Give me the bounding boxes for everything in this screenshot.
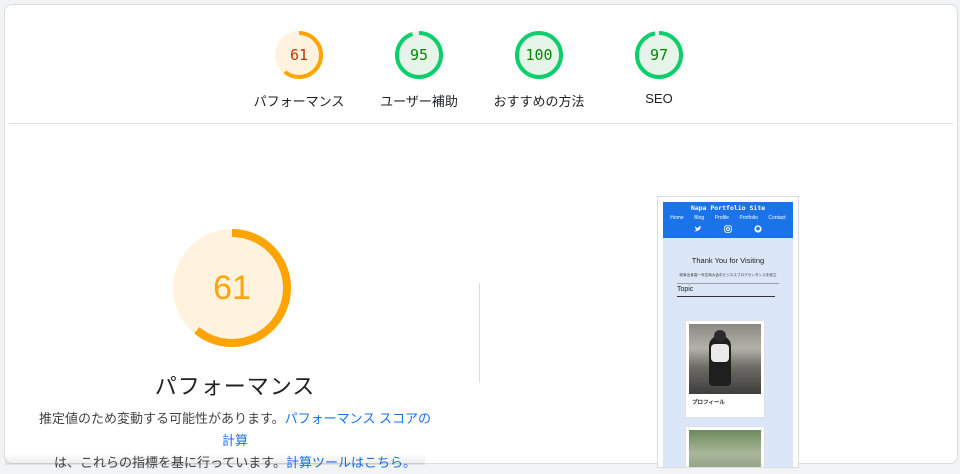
gauge-seo[interactable]: 97 SEO	[594, 29, 724, 106]
gauge-ring: 61	[275, 31, 323, 79]
preview-profile-card: プロフィール	[685, 320, 765, 418]
gauge-label: パフォーマンス	[253, 94, 345, 109]
desc-text-1: 推定値のため変動する可能性があります。	[38, 411, 285, 426]
gauge-ring: 100	[515, 31, 563, 79]
section-divider	[9, 123, 953, 124]
preview-nav-item: Profile	[714, 215, 729, 221]
preview-intro: 岐阜出身高一年生時大会中ビジネスブログセンタンスを設立	[679, 273, 777, 277]
preview-nav-item: Contact	[768, 215, 786, 221]
report-card: 61 パフォーマンス 95 ユーザー補助 100 おすすめの方法 97 SEO …	[4, 4, 958, 470]
scroll-shadow	[5, 453, 425, 465]
twitter-icon	[694, 225, 702, 233]
gauge-score: 61	[290, 46, 308, 64]
gauge-best-practices[interactable]: 100 おすすめの方法	[474, 29, 604, 110]
gauge-performance[interactable]: 61 パフォーマンス	[234, 29, 364, 110]
preview-nav: Home Blog Profile Portfolio Contact	[663, 215, 793, 221]
preview-nav-item: Home	[670, 215, 684, 221]
preview-topic-rule	[677, 296, 775, 297]
preview-nav-item: Blog	[694, 215, 705, 221]
preview-header: Napa Portfolio Site Home Blog Profile Po…	[663, 202, 793, 238]
score-gauges: 61 パフォーマンス 95 ユーザー補助 100 おすすめの方法 97 SEO	[5, 5, 957, 123]
performance-score: 61	[213, 269, 251, 307]
gauge-accessibility[interactable]: 95 ユーザー補助	[354, 29, 484, 110]
preview-rule	[677, 283, 779, 284]
performance-title: パフォーマンス	[154, 374, 316, 399]
preview-heading: Thank You for Visiting	[691, 256, 765, 265]
gauge-score: 95	[410, 46, 428, 64]
github-icon	[754, 225, 762, 233]
preview-social-icons	[663, 225, 793, 233]
gauge-ring: 95	[395, 31, 443, 79]
gauge-label: おすすめの方法	[493, 94, 585, 109]
preview-site-title: Napa Portfolio Site	[690, 204, 766, 212]
page-screenshot-preview[interactable]: Napa Portfolio Site Home Blog Profile Po…	[657, 196, 799, 468]
preview-topic-heading: Topic	[677, 286, 694, 293]
gauge-label: SEO	[645, 91, 673, 106]
gauge-label: ユーザー補助	[380, 94, 458, 109]
preview-nav-item: Portfolio	[739, 215, 758, 221]
preview-card-caption: プロフィール	[692, 400, 725, 406]
gauge-ring: 97	[635, 31, 683, 79]
landscape-photo	[689, 430, 761, 467]
gauge-score: 100	[525, 46, 552, 64]
performance-ring: 61	[173, 229, 291, 347]
instagram-icon	[724, 225, 732, 233]
preview-card-2	[685, 426, 765, 467]
preview-page: Napa Portfolio Site Home Blog Profile Po…	[663, 202, 793, 467]
performance-gauge-large: 61	[171, 227, 293, 354]
profile-photo	[689, 324, 761, 394]
gauge-score: 97	[650, 46, 668, 64]
vertical-divider	[479, 283, 480, 383]
